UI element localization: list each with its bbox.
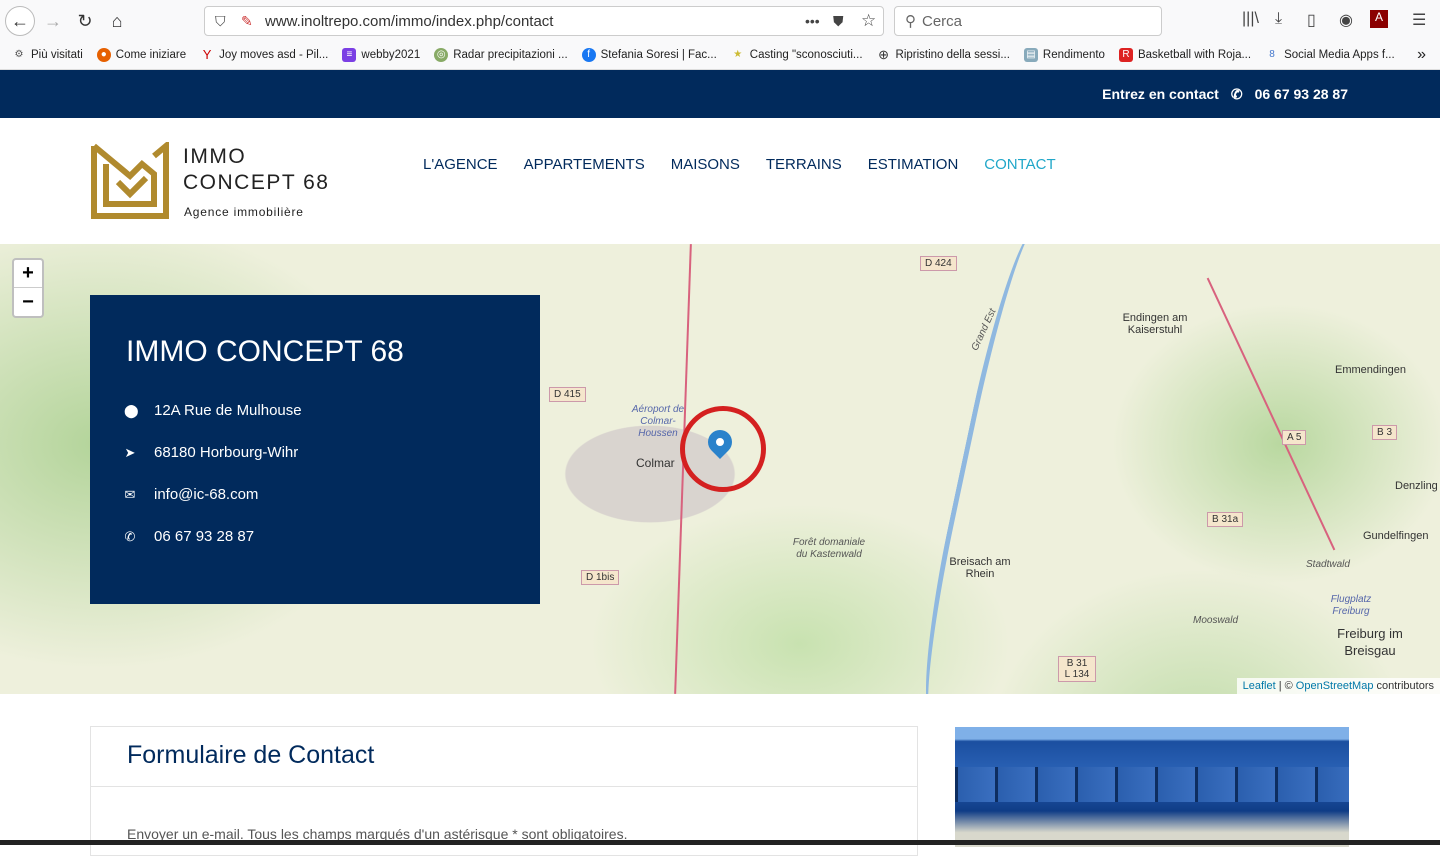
more-icon[interactable]: ••• [805, 13, 820, 29]
road [1206, 277, 1336, 551]
map-label: Forêt domaniale du Kastenwald [792, 537, 866, 560]
road-shield: B 31a [1207, 512, 1244, 527]
zoom-out-button[interactable]: − [14, 288, 42, 316]
map-label: Aéroport de Colmar-Houssen [631, 404, 685, 439]
search-placeholder: Cerca [922, 12, 963, 30]
bookmark[interactable]: ▤ Rendimento [1023, 47, 1105, 62]
nav-estimation[interactable]: ESTIMATION [868, 156, 959, 173]
download-icon[interactable]: ⤓ [1275, 10, 1282, 28]
map-label: Stadtwald [1306, 559, 1350, 570]
logo-text[interactable]: IMMO CONCEPT 68 [183, 144, 330, 196]
bookmark[interactable]: ⊕ Ripristino della sessi... [877, 47, 1010, 62]
menu-icon[interactable]: ☰ [1412, 10, 1426, 30]
map-label: Endingen am Kaiserstuhl [1122, 312, 1188, 336]
forward-button[interactable]: → [38, 6, 68, 36]
reload-button[interactable]: ↻ [70, 6, 100, 36]
map-pin-icon: ⬤ [124, 402, 139, 418]
insecure-lock-icon: ✎ [241, 12, 253, 29]
logo-icon[interactable] [90, 142, 170, 220]
bookmark[interactable]: R Basketball with Roja... [1118, 47, 1251, 62]
map-attribution: Leaflet | © OpenStreetMap contributors [1236, 678, 1440, 694]
account-icon[interactable]: ◉ [1339, 10, 1353, 30]
nav-terrains[interactable]: TERRAINS [766, 156, 842, 173]
url-bar[interactable]: ⛉ ✎ www.inoltrepo.com/immo/index.php/con… [204, 6, 884, 36]
bookmarks-bar: ⚙ Più visitati ● Come iniziare Y Joy moves … [0, 40, 1440, 70]
search-input[interactable]: ⚲ Cerca [894, 6, 1162, 36]
browser-toolbar: ← → ↻ ⌂ ⛉ ✎ www.inoltrepo.com/immo/index… [0, 0, 1440, 40]
map-label: Mooswald [1193, 615, 1239, 626]
agency-building-photo [955, 727, 1349, 847]
location-arrow-icon: ➤ [124, 444, 136, 460]
card-city: 68180 Horbourg-Wihr [154, 444, 299, 461]
pocket-icon[interactable]: ⛊ [833, 13, 844, 30]
leaflet-link[interactable]: Leaflet [1243, 680, 1276, 692]
phone-icon: ✆ [1230, 85, 1243, 102]
site-header: IMMO CONCEPT 68 Agence immobilière L'AGEN… [0, 118, 1440, 244]
map-label: Flugplatz Freiburg [1330, 594, 1372, 617]
map-label: Freiburg im Breisgau [1337, 626, 1403, 658]
bookmark[interactable]: 8 Social Media Apps f... [1265, 48, 1394, 62]
library-icon[interactable]: |||\ [1242, 10, 1259, 28]
card-phone[interactable]: 06 67 93 28 87 [154, 528, 254, 545]
top-phone[interactable]: 06 67 93 28 87 [1255, 86, 1348, 102]
bookmark[interactable]: ⚙ Più visitati [12, 48, 83, 62]
nav-agence[interactable]: L'AGENCE [423, 156, 498, 173]
bookmark[interactable]: ≡ webby2021 [342, 47, 420, 62]
card-email[interactable]: info@ic-68.com [154, 486, 258, 503]
back-button[interactable]: ← [5, 6, 35, 36]
nav-contact[interactable]: CONTACT [984, 156, 1055, 173]
contact-link[interactable]: Entrez en contact [1102, 86, 1219, 102]
bookmark[interactable]: f Stefania Soresi | Fac... [581, 47, 717, 62]
search-icon: ⚲ [905, 13, 916, 30]
shield-icon: ⛉ [215, 12, 226, 29]
bookmark[interactable]: Y Joy moves asd - Pil... [200, 47, 329, 62]
road-shield: A 5 [1282, 430, 1307, 445]
card-address: 12A Rue de Mulhouse [154, 402, 302, 419]
url-text: www.inoltrepo.com/immo/index.php/contact [265, 12, 554, 30]
top-contact-bar: Entrez en contact ✆ 06 67 93 28 87 [0, 70, 1440, 118]
star-icon[interactable]: ☆ [861, 11, 876, 31]
main-nav: L'AGENCE APPARTEMENTS MAISONS TERRAINS E… [423, 156, 1056, 173]
map-zoom-control: + − [12, 258, 44, 318]
nav-maisons[interactable]: MAISONS [671, 156, 740, 173]
logo-tagline: Agence immobilière [184, 205, 304, 219]
more-bookmarks-icon[interactable]: » [1417, 46, 1426, 64]
road-shield: D 424 [920, 256, 957, 271]
zoom-in-button[interactable]: + [14, 260, 42, 288]
map-label: Colmar [636, 456, 675, 470]
bookmark[interactable]: ◎ Radar precipitazioni ... [434, 47, 568, 62]
home-button[interactable]: ⌂ [102, 6, 132, 36]
pdf-icon[interactable]: A [1370, 10, 1388, 28]
envelope-icon: ✉ [124, 486, 136, 502]
attribution-text: contributors [1376, 680, 1434, 692]
nav-appartements[interactable]: APPARTEMENTS [524, 156, 645, 173]
road-shield: B 31 L 134 [1058, 656, 1096, 682]
card-title: IMMO CONCEPT 68 [126, 335, 404, 368]
map[interactable]: Colmar Aéroport de Colmar-Houssen Ending… [0, 244, 1440, 694]
phone-icon: ✆ [124, 528, 136, 544]
map-label: Emmendingen [1335, 364, 1406, 376]
bookmark[interactable]: ★ Casting "sconosciuti... [731, 48, 862, 62]
window-bottom-edge [0, 840, 1440, 845]
bookmark[interactable]: ● Come iniziare [96, 47, 186, 62]
sidebar-icon[interactable]: ▯ [1307, 10, 1316, 30]
road-shield: D 1bis [581, 570, 620, 585]
road-shield: D 415 [549, 387, 586, 402]
divider [91, 786, 917, 787]
map-label: Breisach am Rhein [949, 556, 1011, 580]
map-label: Gundelfingen [1363, 530, 1429, 542]
contact-form: Formulaire de Contact Envoyer un e-mail.… [90, 726, 918, 856]
road-shield: B 3 [1372, 425, 1398, 440]
contact-info-card: IMMO CONCEPT 68 ⬤ 12A Rue de Mulhouse ➤ 68… [90, 295, 540, 604]
osm-link[interactable]: OpenStreetMap [1296, 680, 1374, 692]
form-title: Formulaire de Contact [127, 741, 375, 769]
map-label: Denzling [1395, 480, 1438, 492]
attribution-sep: | © [1278, 680, 1293, 692]
